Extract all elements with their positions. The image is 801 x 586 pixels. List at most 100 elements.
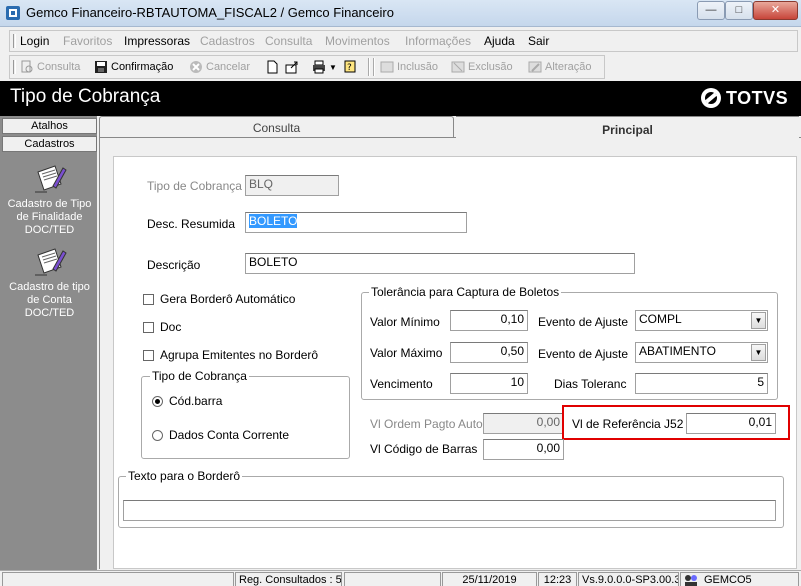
menu-favoritos[interactable]: Favoritos (63, 34, 112, 48)
sidebar-item-tipo-finalidade[interactable]: Cadastro de Tipo de Finalidade DOC/TED (2, 162, 97, 237)
descricao-label: Descrição (147, 258, 201, 272)
status-date: 25/11/2019 (442, 572, 537, 586)
document-pen-icon (34, 248, 67, 276)
evento-ajuste-label-1: Evento de Ajuste (538, 315, 629, 329)
vl-ordem-field[interactable]: 0,00 (483, 413, 564, 434)
tab-principal[interactable]: Principal (456, 116, 799, 139)
agrupa-emitentes-checkbox[interactable] (143, 350, 154, 361)
inclusao-label: Inclusão (397, 61, 438, 73)
minimize-button[interactable]: — (697, 1, 725, 20)
valor-maximo-label: Valor Máximo (370, 346, 443, 360)
alteracao-label: Alteração (545, 61, 592, 73)
toolbar: Consulta Confirmação Cancelar ▼ ? Inclus… (9, 55, 605, 79)
document-pen-icon (34, 165, 67, 193)
help-search-button[interactable]: ? (344, 60, 358, 74)
chevron-down-icon[interactable]: ▼ (751, 312, 766, 329)
add-record-icon (380, 61, 394, 73)
valor-maximo-field[interactable]: 0,50 (450, 342, 528, 363)
confirmacao-button[interactable]: Confirmação (94, 60, 173, 74)
exclusao-button[interactable]: Exclusão (451, 60, 513, 74)
vl-codigo-barras-label: Vl Código de Barras (370, 442, 478, 456)
menubar-grip[interactable] (13, 34, 16, 48)
evento-ajuste-select-1[interactable]: COMPL ▼ (635, 310, 768, 331)
inclusao-button[interactable]: Inclusão (380, 60, 438, 74)
printer-icon (313, 60, 325, 74)
doc-label: Doc (160, 320, 182, 334)
export-button[interactable] (285, 60, 299, 74)
menu-movimentos[interactable]: Movimentos (325, 34, 390, 48)
help-search-icon: ? (344, 60, 356, 73)
window-titlebar: Gemco Financeiro-RBTAUTOMA_FISCAL2 / Gem… (0, 0, 801, 27)
delete-record-icon (451, 61, 465, 73)
status-time: 12:23 (538, 572, 577, 586)
menu-informacoes[interactable]: Informações (405, 34, 471, 48)
save-disk-icon (95, 61, 107, 73)
app-icon (6, 6, 20, 20)
doc-checkbox[interactable] (143, 322, 154, 333)
valor-minimo-field[interactable]: 0,10 (450, 310, 528, 331)
menu-consulta[interactable]: Consulta (265, 34, 312, 48)
status-cell-empty (344, 572, 441, 586)
toolbar-grip[interactable] (13, 60, 16, 74)
tipo-cobranca-field[interactable]: BLQ (245, 175, 339, 196)
evento-ajuste-value-1: COMPL (639, 312, 682, 326)
alteracao-button[interactable]: Alteração (528, 60, 591, 74)
atalhos-header[interactable]: Atalhos (2, 118, 97, 134)
search-document-icon (21, 60, 33, 73)
tipo-cobranca-group-title: Tipo de Cobrança (150, 369, 249, 383)
edit-record-icon (528, 61, 542, 73)
svg-text:?: ? (347, 63, 352, 73)
close-button[interactable]: ✕ (753, 1, 798, 20)
menu-cadastros[interactable]: Cadastros (200, 34, 255, 48)
highlight-box (562, 405, 790, 440)
cadastros-header[interactable]: Cadastros (2, 136, 97, 152)
desc-resumida-field[interactable]: BOLETO (245, 212, 467, 233)
desc-resumida-value: BOLETO (249, 214, 298, 228)
consulta-button[interactable]: Consulta (20, 60, 80, 74)
totvs-logo-text: TOTVS (726, 87, 789, 108)
confirmacao-label: Confirmação (111, 61, 174, 73)
toolbar-separator (373, 58, 375, 76)
codbarra-radio[interactable] (152, 396, 163, 407)
status-bar: Reg. Consultados : 5 25/11/2019 12:23 Vs… (0, 570, 801, 586)
menu-login[interactable]: Login (20, 34, 49, 48)
status-user: GEMCO5 (704, 574, 752, 586)
print-button[interactable]: ▼ (312, 60, 337, 74)
cancelar-button[interactable]: Cancelar (189, 60, 250, 74)
maximize-button[interactable]: □ (725, 1, 753, 20)
reg-consultados: Reg. Consultados : 5 (235, 572, 342, 586)
consulta-label: Consulta (37, 61, 81, 73)
dados-conta-radio[interactable] (152, 430, 163, 441)
texto-bordero-title: Texto para o Borderô (126, 469, 243, 483)
vencimento-label: Vencimento (370, 377, 433, 391)
sidebar-item-label: Cadastro de Tipo de Finalidade DOC/TED (7, 198, 92, 236)
cancelar-label: Cancelar (206, 61, 251, 73)
tab-consulta[interactable]: Consulta (99, 116, 454, 137)
dias-tolerancia-field[interactable]: 5 (635, 373, 768, 394)
page-title: Tipo de Cobrança (10, 86, 161, 107)
descricao-field[interactable]: BOLETO (245, 253, 635, 274)
cancel-icon (190, 61, 202, 73)
status-user-cell: GEMCO5 (680, 572, 799, 586)
menu-impressoras[interactable]: Impressoras (124, 34, 190, 48)
sidebar-item-label: Cadastro de tipo de Conta DOC/TED (9, 281, 90, 319)
chevron-down-icon[interactable]: ▼ (751, 344, 766, 361)
tipo-cobranca-group (141, 376, 350, 459)
new-document-button[interactable] (265, 60, 279, 74)
evento-ajuste-value-2: ABATIMENTO (639, 344, 716, 358)
menu-sair[interactable]: Sair (528, 34, 549, 48)
exclusao-label: Exclusão (468, 61, 513, 73)
toolbar-separator (368, 58, 370, 76)
agrupa-emitentes-label: Agrupa Emitentes no Borderô (160, 348, 319, 362)
desc-resumida-label: Desc. Resumida (147, 217, 236, 231)
window-title: Gemco Financeiro-RBTAUTOMA_FISCAL2 / Gem… (26, 5, 394, 20)
vl-codigo-barras-field[interactable]: 0,00 (483, 439, 564, 460)
menu-ajuda[interactable]: Ajuda (484, 34, 515, 48)
texto-bordero-field[interactable] (123, 500, 776, 521)
new-document-icon (267, 60, 278, 74)
gera-bordero-checkbox[interactable] (143, 294, 154, 305)
vencimento-field[interactable]: 10 (450, 373, 528, 394)
sidebar-item-tipo-conta[interactable]: Cadastro de tipo de Conta DOC/TED (2, 245, 97, 320)
evento-ajuste-select-2[interactable]: ABATIMENTO ▼ (635, 342, 768, 363)
status-version: Vs.9.0.0.0-SP3.00.3 (578, 572, 679, 586)
